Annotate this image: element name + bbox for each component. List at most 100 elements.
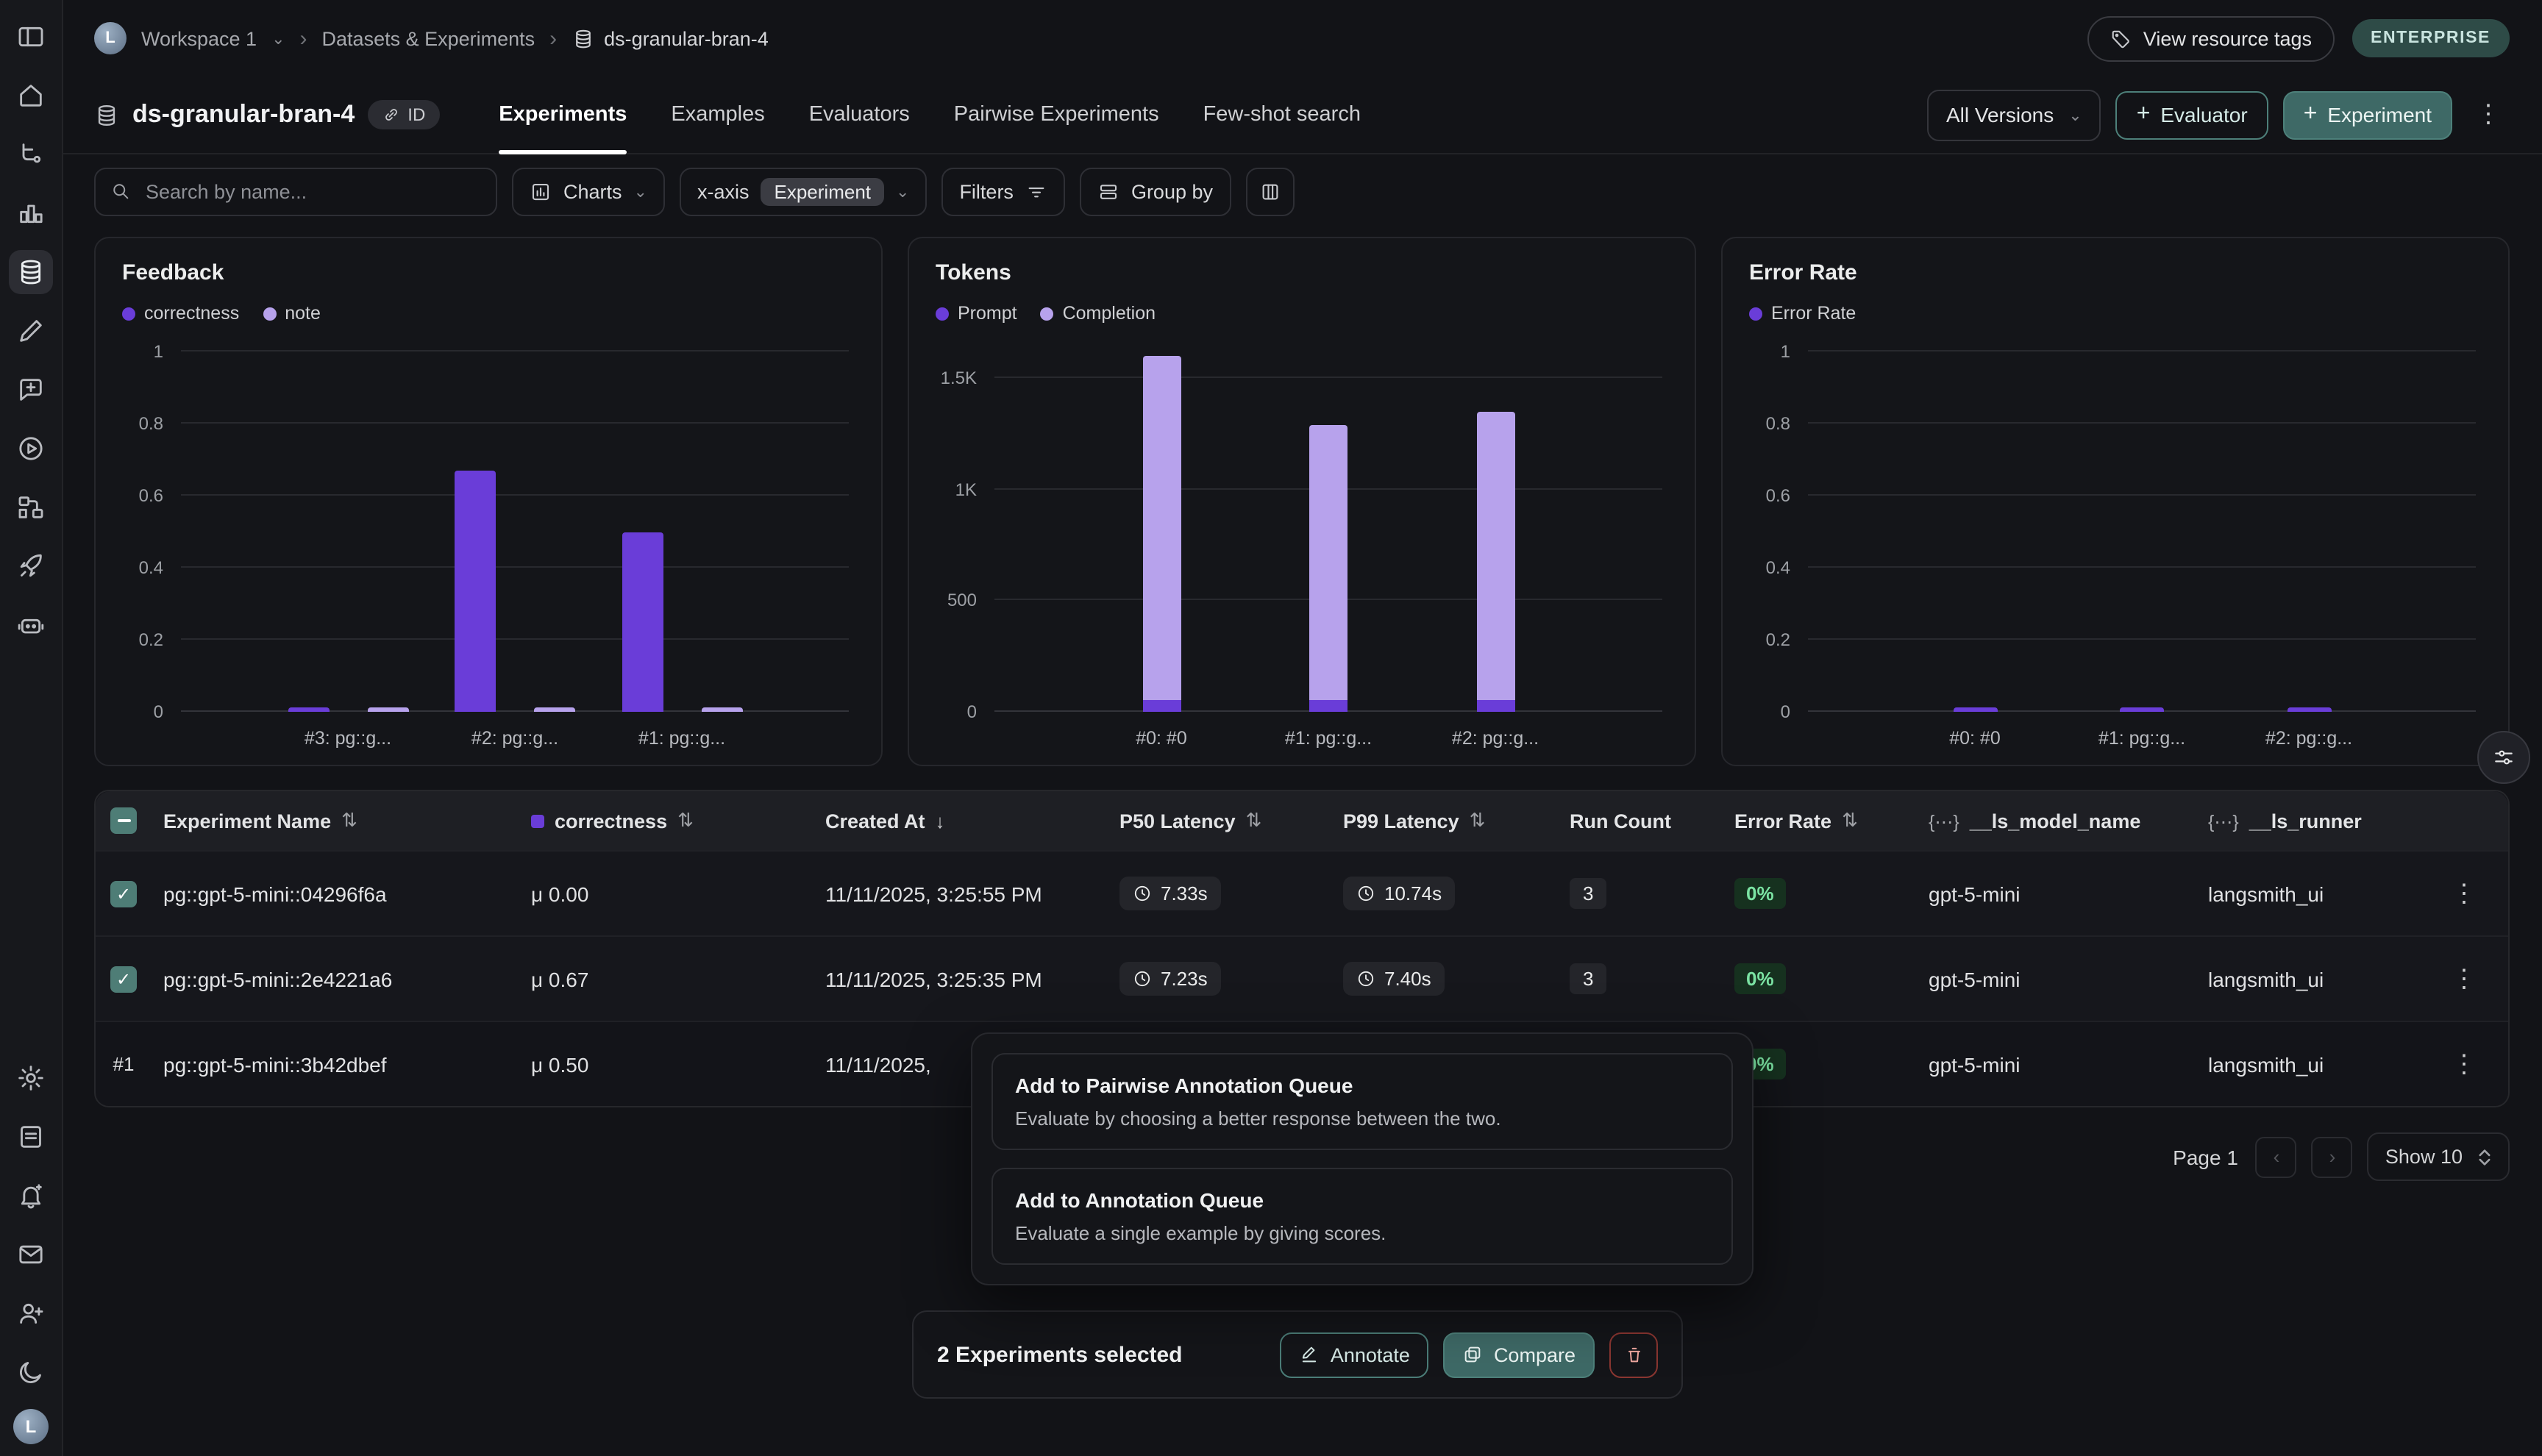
search-box[interactable] [94, 167, 497, 215]
legend-item[interactable]: Completion [1041, 303, 1156, 324]
sidebar-item-theme[interactable] [9, 1350, 53, 1394]
tab-few-shot-search[interactable]: Few-shot search [1203, 76, 1361, 153]
sidebar-item-monitoring[interactable] [9, 191, 53, 235]
menu-item-annotation-queue[interactable]: Add to Annotation Queue Evaluate a singl… [991, 1168, 1733, 1265]
latency-pill: 7.40s [1343, 962, 1445, 996]
sort-icon[interactable]: ⇅ [1246, 809, 1262, 832]
next-page-button[interactable]: › [2312, 1136, 2353, 1177]
sidebar-item-datasets[interactable] [9, 250, 53, 294]
column-header-error-rate[interactable]: Error Rate⇅ [1734, 809, 1929, 832]
sidebar-item-inbox[interactable] [9, 1232, 53, 1277]
sidebar-toggle-button[interactable] [9, 15, 53, 59]
bar-segment-completion[interactable] [1142, 355, 1181, 700]
id-chip[interactable]: ID [368, 100, 440, 129]
add-experiment-button[interactable]: + Experiment [2283, 90, 2452, 139]
table-row[interactable]: ✓pg::gpt-5-mini::2e4221a6μ 0.6711/11/202… [96, 935, 2508, 1021]
workspace-avatar[interactable]: L [94, 22, 127, 54]
legend-item[interactable]: Error Rate [1749, 303, 1856, 324]
breadcrumb-section[interactable]: Datasets & Experiments [322, 27, 535, 49]
column-header-ls-runner[interactable]: {⋯} __ls_runner [2208, 810, 2432, 832]
sidebar-item-home[interactable] [9, 74, 53, 118]
prev-page-button[interactable]: ‹ [2256, 1136, 2297, 1177]
bar-error-rate[interactable] [1953, 707, 1997, 712]
bar-segment-completion[interactable] [1309, 426, 1347, 701]
sort-icon[interactable]: ⇅ [677, 809, 694, 832]
column-header-p50-latency[interactable]: P50 Latency⇅ [1119, 809, 1343, 832]
experiment-name-cell[interactable]: pg::gpt-5-mini::04296f6a [163, 882, 531, 905]
table-row[interactable]: ✓pg::gpt-5-mini::04296f6aμ 0.0011/11/202… [96, 850, 2508, 935]
bar-segment-completion[interactable] [1476, 411, 1514, 701]
column-header-created-at[interactable]: Created At↓ [825, 810, 1119, 832]
breadcrumb-current-label: ds-granular-bran-4 [604, 27, 769, 49]
bar-note[interactable] [367, 707, 408, 712]
tab-evaluators[interactable]: Evaluators [809, 76, 910, 153]
group-by-button[interactable]: Group by [1080, 167, 1231, 215]
view-resource-tags-button[interactable]: View resource tags [2087, 15, 2334, 61]
legend-item[interactable]: note [263, 303, 321, 324]
bar-segment-prompt[interactable] [1309, 701, 1347, 712]
chart-settings-fab[interactable] [2477, 731, 2530, 784]
bar-segment-prompt[interactable] [1142, 701, 1181, 712]
sidebar-item-workflows[interactable] [9, 485, 53, 529]
bar-segment-prompt[interactable] [1476, 701, 1514, 712]
chevron-down-icon[interactable]: ⌄ [271, 29, 285, 48]
add-evaluator-button[interactable]: + Evaluator [2116, 90, 2268, 139]
menu-item-pairwise-annotation-queue[interactable]: Add to Pairwise Annotation Queue Evaluat… [991, 1053, 1733, 1150]
sidebar-item-prompts[interactable] [9, 368, 53, 412]
sidebar-item-agents[interactable] [9, 603, 53, 647]
row-checkbox[interactable]: ✓ [110, 880, 137, 907]
row-checkbox[interactable]: ✓ [110, 966, 137, 992]
bar-note[interactable] [701, 707, 742, 712]
filters-button[interactable]: Filters [941, 167, 1065, 215]
sort-icon[interactable]: ⇅ [341, 809, 357, 832]
sidebar-item-settings[interactable] [9, 1056, 53, 1100]
page-size-select[interactable]: Show 10 [2368, 1132, 2510, 1181]
user-avatar[interactable]: L [13, 1409, 49, 1444]
sort-desc-icon[interactable]: ↓ [936, 810, 945, 832]
annotate-button[interactable]: Annotate [1281, 1332, 1429, 1377]
sidebar-item-playground[interactable] [9, 427, 53, 471]
sidebar-item-tracing[interactable] [9, 132, 53, 176]
column-header-p99-latency[interactable]: P99 Latency⇅ [1343, 809, 1570, 832]
bar-correctness[interactable] [288, 707, 329, 712]
row-actions-cell: ⋮ [2432, 958, 2508, 999]
breadcrumb-current[interactable]: ds-granular-bran-4 [572, 27, 769, 49]
header-kebab-menu[interactable]: ⋮ [2467, 94, 2510, 135]
sort-icon[interactable]: ⇅ [1842, 809, 1858, 832]
bar-correctness[interactable] [455, 471, 496, 712]
tab-experiments[interactable]: Experiments [499, 76, 627, 153]
sidebar-item-notifications[interactable] [9, 1174, 53, 1218]
compare-button[interactable]: Compare [1444, 1332, 1595, 1377]
columns-button[interactable] [1245, 167, 1294, 215]
stepper-icon [2477, 1146, 2492, 1167]
legend-item[interactable]: Prompt [936, 303, 1017, 324]
delete-button[interactable] [1609, 1332, 1658, 1377]
bar-note[interactable] [534, 707, 575, 712]
sidebar-item-deployments[interactable] [9, 544, 53, 588]
bar-error-rate[interactable] [2120, 707, 2164, 712]
breadcrumb-workspace[interactable]: Workspace 1 [141, 27, 257, 49]
search-input[interactable] [143, 179, 481, 204]
charts-button[interactable]: Charts ⌄ [512, 167, 665, 215]
sort-icon[interactable]: ⇅ [1470, 809, 1486, 832]
sidebar-item-docs[interactable] [9, 1115, 53, 1159]
row-kebab-menu[interactable]: ⋮ [2443, 958, 2485, 999]
versions-select[interactable]: All Versions ⌄ [1927, 89, 2101, 140]
legend-item[interactable]: correctness [122, 303, 239, 324]
experiment-name-cell[interactable]: pg::gpt-5-mini::2e4221a6 [163, 967, 531, 991]
sidebar-item-invite[interactable] [9, 1291, 53, 1335]
experiment-name-cell[interactable]: pg::gpt-5-mini::3b42dbef [163, 1052, 531, 1076]
sidebar-item-annotation[interactable] [9, 309, 53, 353]
row-kebab-menu[interactable]: ⋮ [2443, 1043, 2485, 1085]
column-header-correctness[interactable]: correctness⇅ [531, 809, 825, 832]
bar-error-rate[interactable] [2287, 707, 2331, 712]
column-header-experiment-name[interactable]: Experiment Name⇅ [163, 809, 531, 832]
xaxis-select[interactable]: x-axis Experiment ⌄ [680, 167, 927, 215]
column-header-run-count[interactable]: Run Count [1570, 810, 1734, 832]
column-header-ls-model-name[interactable]: {⋯} __ls_model_name [1929, 810, 2208, 832]
select-all-checkbox[interactable] [110, 807, 137, 834]
row-kebab-menu[interactable]: ⋮ [2443, 873, 2485, 914]
bar-correctness[interactable] [622, 532, 663, 712]
tab-examples[interactable]: Examples [671, 76, 764, 153]
tab-pairwise-experiments[interactable]: Pairwise Experiments [954, 76, 1159, 153]
